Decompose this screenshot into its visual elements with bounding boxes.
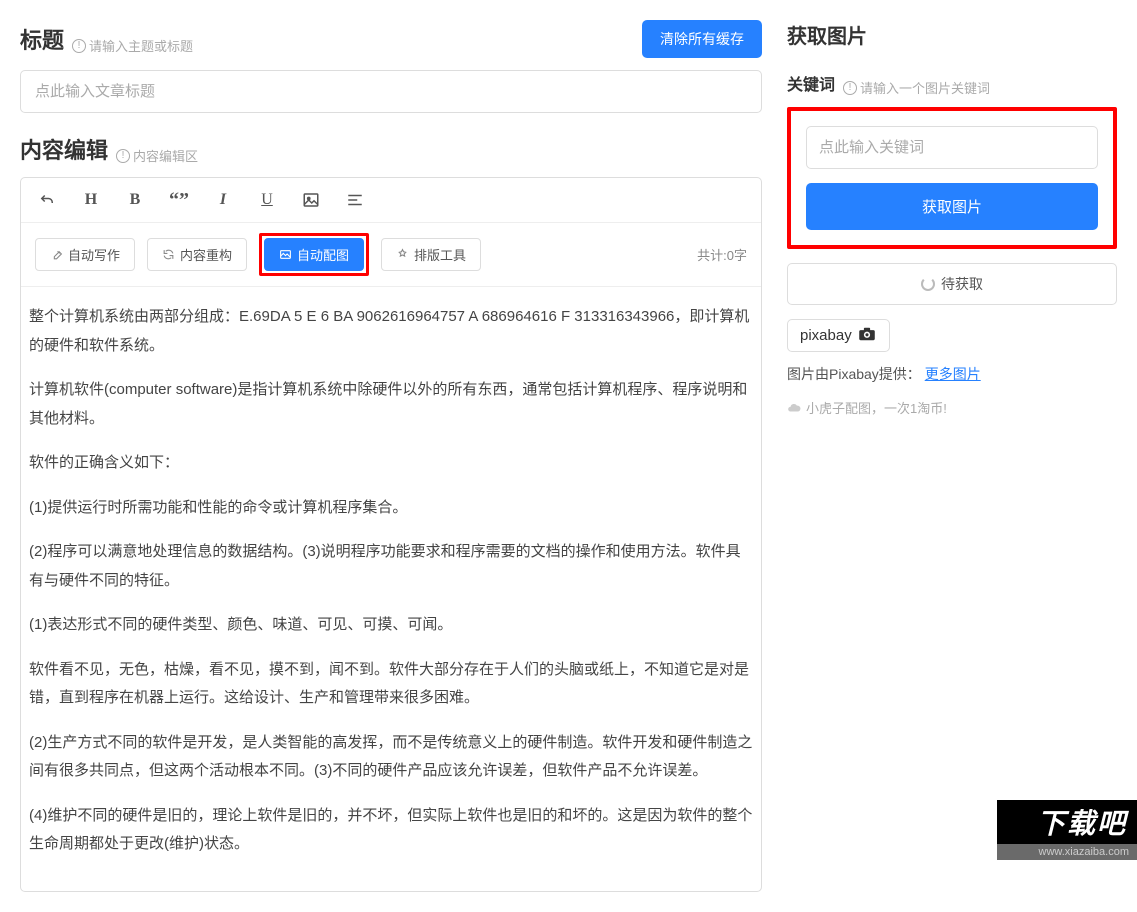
content-paragraph: (4)维护不同的硬件是旧的，理论上软件是旧的，并不坏，但实际上软件也是旧的和坏的… — [29, 802, 753, 859]
undo-icon[interactable] — [35, 188, 59, 212]
watermark: 下载吧 www.xiazaiba.com — [997, 800, 1137, 860]
keyword-hint: ! 请输入一个图片关键词 — [843, 78, 990, 97]
align-left-icon[interactable] — [343, 188, 367, 212]
auto-image-label: 自动配图 — [297, 245, 349, 264]
editor-box: H B “” I U 自动写作 内容重构 — [20, 177, 762, 892]
title-hint-text: 请输入主题或标题 — [89, 36, 193, 55]
editor-heading: 内容编辑 — [20, 133, 108, 165]
title-hint: ! 请输入主题或标题 — [72, 36, 193, 55]
title-input[interactable] — [20, 70, 762, 113]
info-icon: ! — [116, 149, 130, 163]
keyword-label: 关键词 — [787, 71, 835, 95]
content-paragraph: 计算机软件(computer software)是指计算机系统中除硬件以外的所有… — [29, 376, 753, 433]
action-row: 自动写作 内容重构 自动配图 排版工具 共计:0字 — [21, 223, 761, 287]
restructure-label: 内容重构 — [180, 245, 232, 264]
keyword-input[interactable] — [806, 126, 1098, 169]
pending-status: 待获取 — [787, 263, 1117, 305]
word-counter: 共计:0字 — [697, 245, 747, 264]
get-image-title: 获取图片 — [787, 20, 1117, 49]
cloud-icon — [787, 401, 801, 415]
image-icon[interactable] — [299, 188, 323, 212]
auto-write-button[interactable]: 自动写作 — [35, 238, 135, 271]
get-image-button[interactable]: 获取图片 — [806, 183, 1098, 230]
title-heading: 标题 — [20, 23, 64, 55]
credit-prefix: 图片由Pixabay提供： — [787, 366, 921, 382]
auto-image-button[interactable]: 自动配图 — [264, 238, 364, 271]
bold-icon[interactable]: B — [123, 188, 147, 212]
spinner-icon — [921, 277, 935, 291]
layout-tool-button[interactable]: 排版工具 — [381, 238, 481, 271]
layout-tool-label: 排版工具 — [414, 245, 466, 264]
camera-icon — [857, 327, 877, 344]
info-icon: ! — [843, 81, 857, 95]
watermark-url: www.xiazaiba.com — [997, 844, 1137, 860]
content-paragraph: 软件的正确含义如下： — [29, 449, 753, 478]
editor-hint: ! 内容编辑区 — [116, 146, 198, 165]
pixabay-text: pixabay — [800, 327, 852, 344]
content-paragraph: (2)生产方式不同的软件是开发，是人类智能的高发挥，而不是传统意义上的硬件制造。… — [29, 729, 753, 786]
info-icon: ! — [72, 39, 86, 53]
content-paragraph: (1)提供运行时所需功能和性能的命令或计算机程序集合。 — [29, 494, 753, 523]
auto-write-label: 自动写作 — [68, 245, 120, 264]
auto-image-highlight: 自动配图 — [259, 233, 369, 276]
keyword-hint-text: 请输入一个图片关键词 — [860, 78, 990, 97]
keyword-panel-highlight: 获取图片 — [787, 107, 1117, 249]
quote-icon[interactable]: “” — [167, 188, 191, 212]
tip-text: 小虎子配图，一次1淘币! — [806, 398, 947, 417]
clear-cache-button[interactable]: 清除所有缓存 — [642, 20, 762, 58]
watermark-logo: 下载吧 — [997, 800, 1137, 844]
editor-hint-text: 内容编辑区 — [133, 146, 198, 165]
content-paragraph: 软件看不见，无色，枯燥，看不见，摸不到，闻不到。软件大部分存在于人们的头脑或纸上… — [29, 656, 753, 713]
image-credit: 图片由Pixabay提供： 更多图片 — [787, 364, 1117, 384]
content-paragraph: (1)表达形式不同的硬件类型、颜色、味道、可见、可摸、可闻。 — [29, 611, 753, 640]
tip-line: 小虎子配图，一次1淘币! — [787, 398, 1117, 417]
content-area[interactable]: 整个计算机系统由两部分组成：E.69DA 5 E 6 BA 9062616964… — [21, 287, 761, 891]
underline-icon[interactable]: U — [255, 188, 279, 212]
content-paragraph: (2)程序可以满意地处理信息的数据结构。(3)说明程序功能要求和程序需要的文档的… — [29, 538, 753, 595]
pixabay-badge: pixabay — [787, 319, 890, 352]
more-images-link[interactable]: 更多图片 — [925, 366, 981, 382]
heading-icon[interactable]: H — [79, 188, 103, 212]
pending-label: 待获取 — [941, 274, 983, 294]
content-paragraph: 整个计算机系统由两部分组成：E.69DA 5 E 6 BA 9062616964… — [29, 303, 753, 360]
restructure-button[interactable]: 内容重构 — [147, 238, 247, 271]
toolbar: H B “” I U — [21, 178, 761, 223]
italic-icon[interactable]: I — [211, 188, 235, 212]
